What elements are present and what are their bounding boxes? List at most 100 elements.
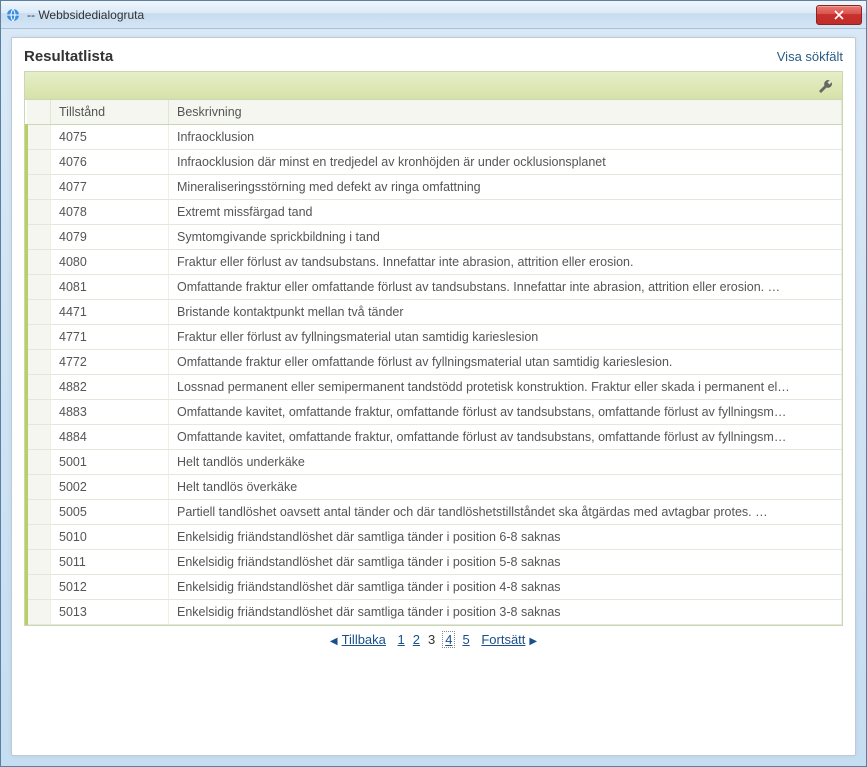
table-row[interactable]: 4884Omfattande kavitet, omfattande frakt… (27, 425, 842, 450)
pager-page-link[interactable]: 5 (462, 632, 469, 647)
table-row[interactable]: 4771Fraktur eller förlust av fyllningsma… (27, 325, 842, 350)
cell-code: 5010 (51, 525, 169, 550)
row-gutter (27, 400, 51, 425)
cell-code: 4076 (51, 150, 169, 175)
row-gutter (27, 450, 51, 475)
table-row[interactable]: 5010Enkelsidig friändstandlöshet där sam… (27, 525, 842, 550)
prev-arrow-icon: ◀ (330, 636, 338, 647)
row-gutter (27, 500, 51, 525)
header-row: Resultatlista Visa sökfält (24, 48, 843, 65)
pager-page-current: 3 (428, 632, 435, 647)
cell-desc: Omfattande fraktur eller omfattande förl… (169, 275, 842, 300)
dialog-window: -- Webbsidedialogruta Resultatlista Visa… (0, 0, 867, 767)
row-gutter (27, 525, 51, 550)
close-button[interactable] (816, 5, 862, 25)
row-gutter (27, 325, 51, 350)
cell-desc: Symtomgivande sprickbildning i tand (169, 225, 842, 250)
cell-code: 4772 (51, 350, 169, 375)
row-gutter (27, 250, 51, 275)
cell-code: 4078 (51, 200, 169, 225)
row-gutter (27, 175, 51, 200)
row-gutter (27, 375, 51, 400)
row-gutter (27, 275, 51, 300)
cell-desc: Fraktur eller förlust av fyllningsmateri… (169, 325, 842, 350)
cell-desc: Helt tandlös överkäke (169, 475, 842, 500)
pager-page-link[interactable]: 1 (398, 632, 405, 647)
pager: ◀Tillbaka 12345 Fortsätt▶ (24, 626, 843, 649)
table-row[interactable]: 5011Enkelsidig friändstandlöshet där sam… (27, 550, 842, 575)
row-gutter (27, 225, 51, 250)
row-gutter (27, 600, 51, 625)
cell-code: 5013 (51, 600, 169, 625)
cell-code: 4075 (51, 125, 169, 150)
table-row[interactable]: 4882Lossnad permanent eller semipermanen… (27, 375, 842, 400)
cell-code: 4471 (51, 300, 169, 325)
ie-favicon-icon (5, 7, 21, 23)
table-row[interactable]: 4883Omfattande kavitet, omfattande frakt… (27, 400, 842, 425)
col-code[interactable]: Tillstånd (51, 100, 169, 125)
col-desc[interactable]: Beskrivning (169, 100, 842, 125)
cell-code: 4081 (51, 275, 169, 300)
cell-code: 5002 (51, 475, 169, 500)
table-row[interactable]: 4080Fraktur eller förlust av tandsubstan… (27, 250, 842, 275)
table-row[interactable]: 4081Omfattande fraktur eller omfattande … (27, 275, 842, 300)
cell-desc: Enkelsidig friändstandlöshet där samtlig… (169, 550, 842, 575)
row-gutter (27, 575, 51, 600)
cell-code: 4080 (51, 250, 169, 275)
cell-code: 4079 (51, 225, 169, 250)
cell-desc: Enkelsidig friändstandlöshet där samtlig… (169, 600, 842, 625)
table-row[interactable]: 4076Infraocklusion där minst en tredjede… (27, 150, 842, 175)
pager-page-link[interactable]: 2 (413, 632, 420, 647)
row-gutter (27, 125, 51, 150)
pager-page-link[interactable]: 4 (443, 632, 454, 647)
content-panel: Resultatlista Visa sökfält Tillstånd Bes… (11, 37, 856, 756)
titlebar: -- Webbsidedialogruta (1, 1, 866, 29)
col-selector (27, 100, 51, 125)
cell-code: 4882 (51, 375, 169, 400)
cell-code: 5011 (51, 550, 169, 575)
show-search-link[interactable]: Visa sökfält (777, 49, 843, 64)
table-row[interactable]: 4077Mineraliseringsstörning med defekt a… (27, 175, 842, 200)
pager-next[interactable]: Fortsätt (481, 632, 525, 647)
page-title: Resultatlista (24, 48, 113, 65)
pager-prev[interactable]: Tillbaka (342, 632, 386, 647)
cell-code: 5005 (51, 500, 169, 525)
cell-desc: Extremt missfärgad tand (169, 200, 842, 225)
table-row[interactable]: 4078Extremt missfärgad tand (27, 200, 842, 225)
row-gutter (27, 300, 51, 325)
table-header-row: Tillstånd Beskrivning (27, 100, 842, 125)
cell-code: 5012 (51, 575, 169, 600)
window-title: -- Webbsidedialogruta (27, 8, 816, 22)
table-row[interactable]: 5001Helt tandlös underkäke (27, 450, 842, 475)
cell-desc: Infraocklusion där minst en tredjedel av… (169, 150, 842, 175)
table-row[interactable]: 4079Symtomgivande sprickbildning i tand (27, 225, 842, 250)
row-gutter (27, 200, 51, 225)
cell-code: 5001 (51, 450, 169, 475)
cell-desc: Omfattande kavitet, omfattande fraktur, … (169, 425, 842, 450)
cell-desc: Lossnad permanent eller semipermanent ta… (169, 375, 842, 400)
table-row[interactable]: 5005Partiell tandlöshet oavsett antal tä… (27, 500, 842, 525)
cell-desc: Mineraliseringsstörning med defekt av ri… (169, 175, 842, 200)
row-gutter (27, 150, 51, 175)
wrench-icon[interactable] (818, 78, 834, 94)
row-gutter (27, 425, 51, 450)
grid-toolbar (25, 72, 842, 100)
table-row[interactable]: 4471Bristande kontaktpunkt mellan två tä… (27, 300, 842, 325)
cell-desc: Bristande kontaktpunkt mellan två tänder (169, 300, 842, 325)
table-row[interactable]: 5002Helt tandlös överkäke (27, 475, 842, 500)
table-row[interactable]: 4075Infraocklusion (27, 125, 842, 150)
cell-desc: Enkelsidig friändstandlöshet där samtlig… (169, 575, 842, 600)
table-row[interactable]: 4772Omfattande fraktur eller omfattande … (27, 350, 842, 375)
row-gutter (27, 475, 51, 500)
cell-code: 4884 (51, 425, 169, 450)
cell-desc: Omfattande kavitet, omfattande fraktur, … (169, 400, 842, 425)
results-table: Tillstånd Beskrivning 4075Infraocklusion… (25, 100, 842, 625)
close-icon (834, 10, 844, 20)
table-row[interactable]: 5013Enkelsidig friändstandlöshet där sam… (27, 600, 842, 625)
cell-code: 4771 (51, 325, 169, 350)
row-gutter (27, 550, 51, 575)
table-row[interactable]: 5012Enkelsidig friändstandlöshet där sam… (27, 575, 842, 600)
results-grid: Tillstånd Beskrivning 4075Infraocklusion… (24, 71, 843, 626)
cell-desc: Helt tandlös underkäke (169, 450, 842, 475)
cell-desc: Fraktur eller förlust av tandsubstans. I… (169, 250, 842, 275)
